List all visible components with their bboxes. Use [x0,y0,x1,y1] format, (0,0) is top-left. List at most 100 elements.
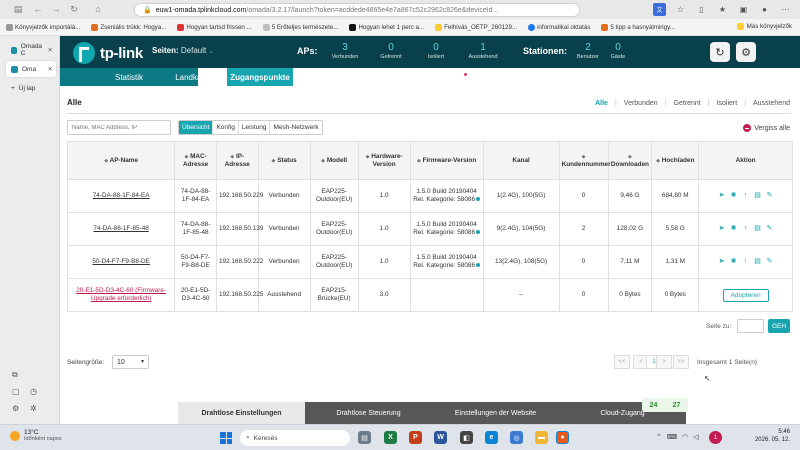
refresh-button[interactable]: ↻ [710,42,730,62]
app-icon[interactable]: ◧ [460,431,473,444]
edit-icon[interactable]: ✎ [766,225,774,233]
back-icon[interactable]: ← [30,4,46,14]
view-tab-mesh[interactable]: Mesh-Netzwerk [270,121,322,134]
clock[interactable]: 5:46 2026. 05. 12. [755,428,790,445]
col-download[interactable]: ◆ Downloaden [607,141,653,180]
view-tab-config[interactable]: Konfig [213,121,239,134]
favorites-icon[interactable]: ★ [716,3,729,16]
task-view-icon[interactable]: ▤ [358,431,371,444]
station-stat-users[interactable]: 2 Benutzer [572,42,604,60]
tab-zugangspunkte[interactable]: Zugangspunkte [227,68,293,86]
settings-button[interactable]: ⚙ [736,42,756,62]
locate-icon[interactable]: ➤ [718,258,726,266]
bookmark-item[interactable]: Hogyan lehet 1 perc a... [349,23,424,31]
col-clients[interactable]: ◆ Kundennummer [558,141,611,180]
locate-icon[interactable]: ➤ [718,225,726,233]
bottom-tab-wireless-settings[interactable]: Drahtlose Einstellungen [178,402,305,424]
split-screen-icon[interactable]: ▯ [695,3,708,16]
search-input[interactable] [67,120,171,135]
info-dot-icon[interactable] [476,230,481,235]
bookmark-item[interactable]: Zseniális trükk: Hogya... [91,23,166,31]
wifi-icon[interactable]: ◠ [682,433,688,441]
history-icon[interactable]: ⧉ [12,370,18,380]
ap-name-link[interactable]: 20-E1-5D-D3-4C-60 (Firmware-Upgrade erfo… [76,287,166,302]
go-button[interactable]: GEH [768,319,790,333]
word-icon[interactable]: W [434,431,447,444]
bookmark-item[interactable]: Felhívás_OETP_260129... [435,23,517,31]
file-explorer-icon[interactable]: ▬ [535,431,548,444]
col-hardware[interactable]: ◆ Hardware-Version [357,141,411,180]
close-icon[interactable]: ✕ [48,46,53,54]
bookmark-item[interactable]: Hogyan tartsd frissen ... [177,23,252,31]
ap-stat-isolated[interactable]: 0 Isoliert [420,42,452,60]
filter-pending[interactable]: Ausstehend [753,100,790,107]
forward-icon[interactable]: → [48,4,64,14]
close-icon[interactable]: ✕ [48,65,53,73]
view-tab-overview[interactable]: Übersicht [179,121,214,134]
ap-stat-pending[interactable]: 1 Ausstehend [463,42,503,60]
filter-isolated[interactable]: Isoliert [717,100,738,107]
filter-connected[interactable]: Verbunden [624,100,658,107]
tab-kunden[interactable]: Kunden [293,68,359,86]
led-icon[interactable]: ✺ [730,258,738,266]
ap-stat-connected[interactable]: 3 Verbunden [327,42,363,60]
upgrade-icon[interactable]: ↑ [742,192,750,200]
excel-icon[interactable]: X [384,431,397,444]
copilot-icon[interactable]: ✲ [30,404,37,413]
start-icon[interactable] [220,432,232,444]
station-stat-guests[interactable]: 0 Gäste [606,42,630,60]
move-icon[interactable]: ▤ [754,225,762,233]
bookmark-item[interactable]: Könyvjelzők importálá... [6,23,80,31]
tab-landkarte[interactable]: Landkarte [158,68,228,86]
col-status[interactable]: ◆ Status [257,141,311,180]
sidebar-tab-omada[interactable]: Omada C ✕ [6,42,56,58]
ap-stat-disconnected[interactable]: 0 Getrennt [374,42,408,60]
notification-badge[interactable]: 1 [709,431,722,444]
ap-name-link[interactable]: 74-DA-88-1F-85-48 [93,225,148,232]
tab-log[interactable]: Log [425,68,491,86]
tab-einsicht[interactable]: Einsicht [359,68,425,86]
bottom-tab-site-settings[interactable]: Einstellungen der Website [432,402,559,424]
volume-icon[interactable]: ◁ [693,433,698,441]
weather-widget[interactable]: 13°C Időnként napos [10,429,62,442]
upgrade-icon[interactable]: ↑ [742,225,750,233]
other-bookmarks[interactable]: Más könyvjelzők [736,23,792,30]
settings-icon[interactable]: ⚙ [12,404,19,413]
forget-all-button[interactable]: Vergiss alle [743,124,790,132]
led-icon[interactable]: ✺ [730,192,738,200]
col-upload[interactable]: ◆ Hochladen [651,141,700,180]
locate-icon[interactable]: ➤ [718,192,726,200]
firefox-icon[interactable]: ● [556,431,569,444]
keyboard-icon[interactable]: ⌨ [667,433,677,441]
clock-icon[interactable]: ◷ [30,387,37,396]
adopt-button[interactable]: Adopteren [722,288,769,302]
more-icon[interactable]: ⋯ [779,3,792,16]
led-icon[interactable]: ✺ [730,225,738,233]
bookmark-item[interactable]: informatikai oktatás [528,23,590,31]
edge-dev-icon[interactable]: ◎ [510,431,523,444]
sidebar-tab-omada-active[interactable]: Oma ✕ [6,61,56,77]
ap-name-link[interactable]: 74-DA-88-1F-84-EA [93,192,150,199]
reload-icon[interactable]: ↻ [66,4,82,15]
address-bar[interactable]: 🔒 euw1-omada.tplinkcloud.com /omada/3.2.… [134,3,580,17]
chevron-up-icon[interactable]: ⌃ [656,433,662,441]
filter-disconnected[interactable]: Getrennt [673,100,700,107]
col-model[interactable]: ◆ Modell [309,141,359,180]
star-icon[interactable]: ☆ [674,3,687,16]
edit-icon[interactable]: ✎ [766,258,774,266]
bookmark-item[interactable]: 5 tipp a hasnyálmirigy... [601,23,675,31]
translate-icon[interactable]: 文 [653,3,666,16]
edit-icon[interactable]: ✎ [766,192,774,200]
col-mac[interactable]: ◆ MAC-Adresse [174,141,217,180]
view-tab-performance[interactable]: Leistung [238,121,271,134]
upgrade-icon[interactable]: ↑ [742,258,750,266]
site-selector[interactable]: Seiten: Default ⌄ [152,46,214,55]
ap-name-link[interactable]: 50-D4-F7-F9-B8-DE [92,258,150,265]
col-firmware[interactable]: ◆ Firmware-Version [409,141,484,180]
home-icon[interactable]: ⌂ [90,4,106,14]
move-icon[interactable]: ▤ [754,192,762,200]
taskbar-search[interactable]: ⌕ Keresés [240,430,350,446]
col-ap-name[interactable]: ◆ AP-Name [66,141,176,180]
filter-all[interactable]: Alle [595,100,608,107]
edge-icon[interactable]: e [485,431,498,444]
